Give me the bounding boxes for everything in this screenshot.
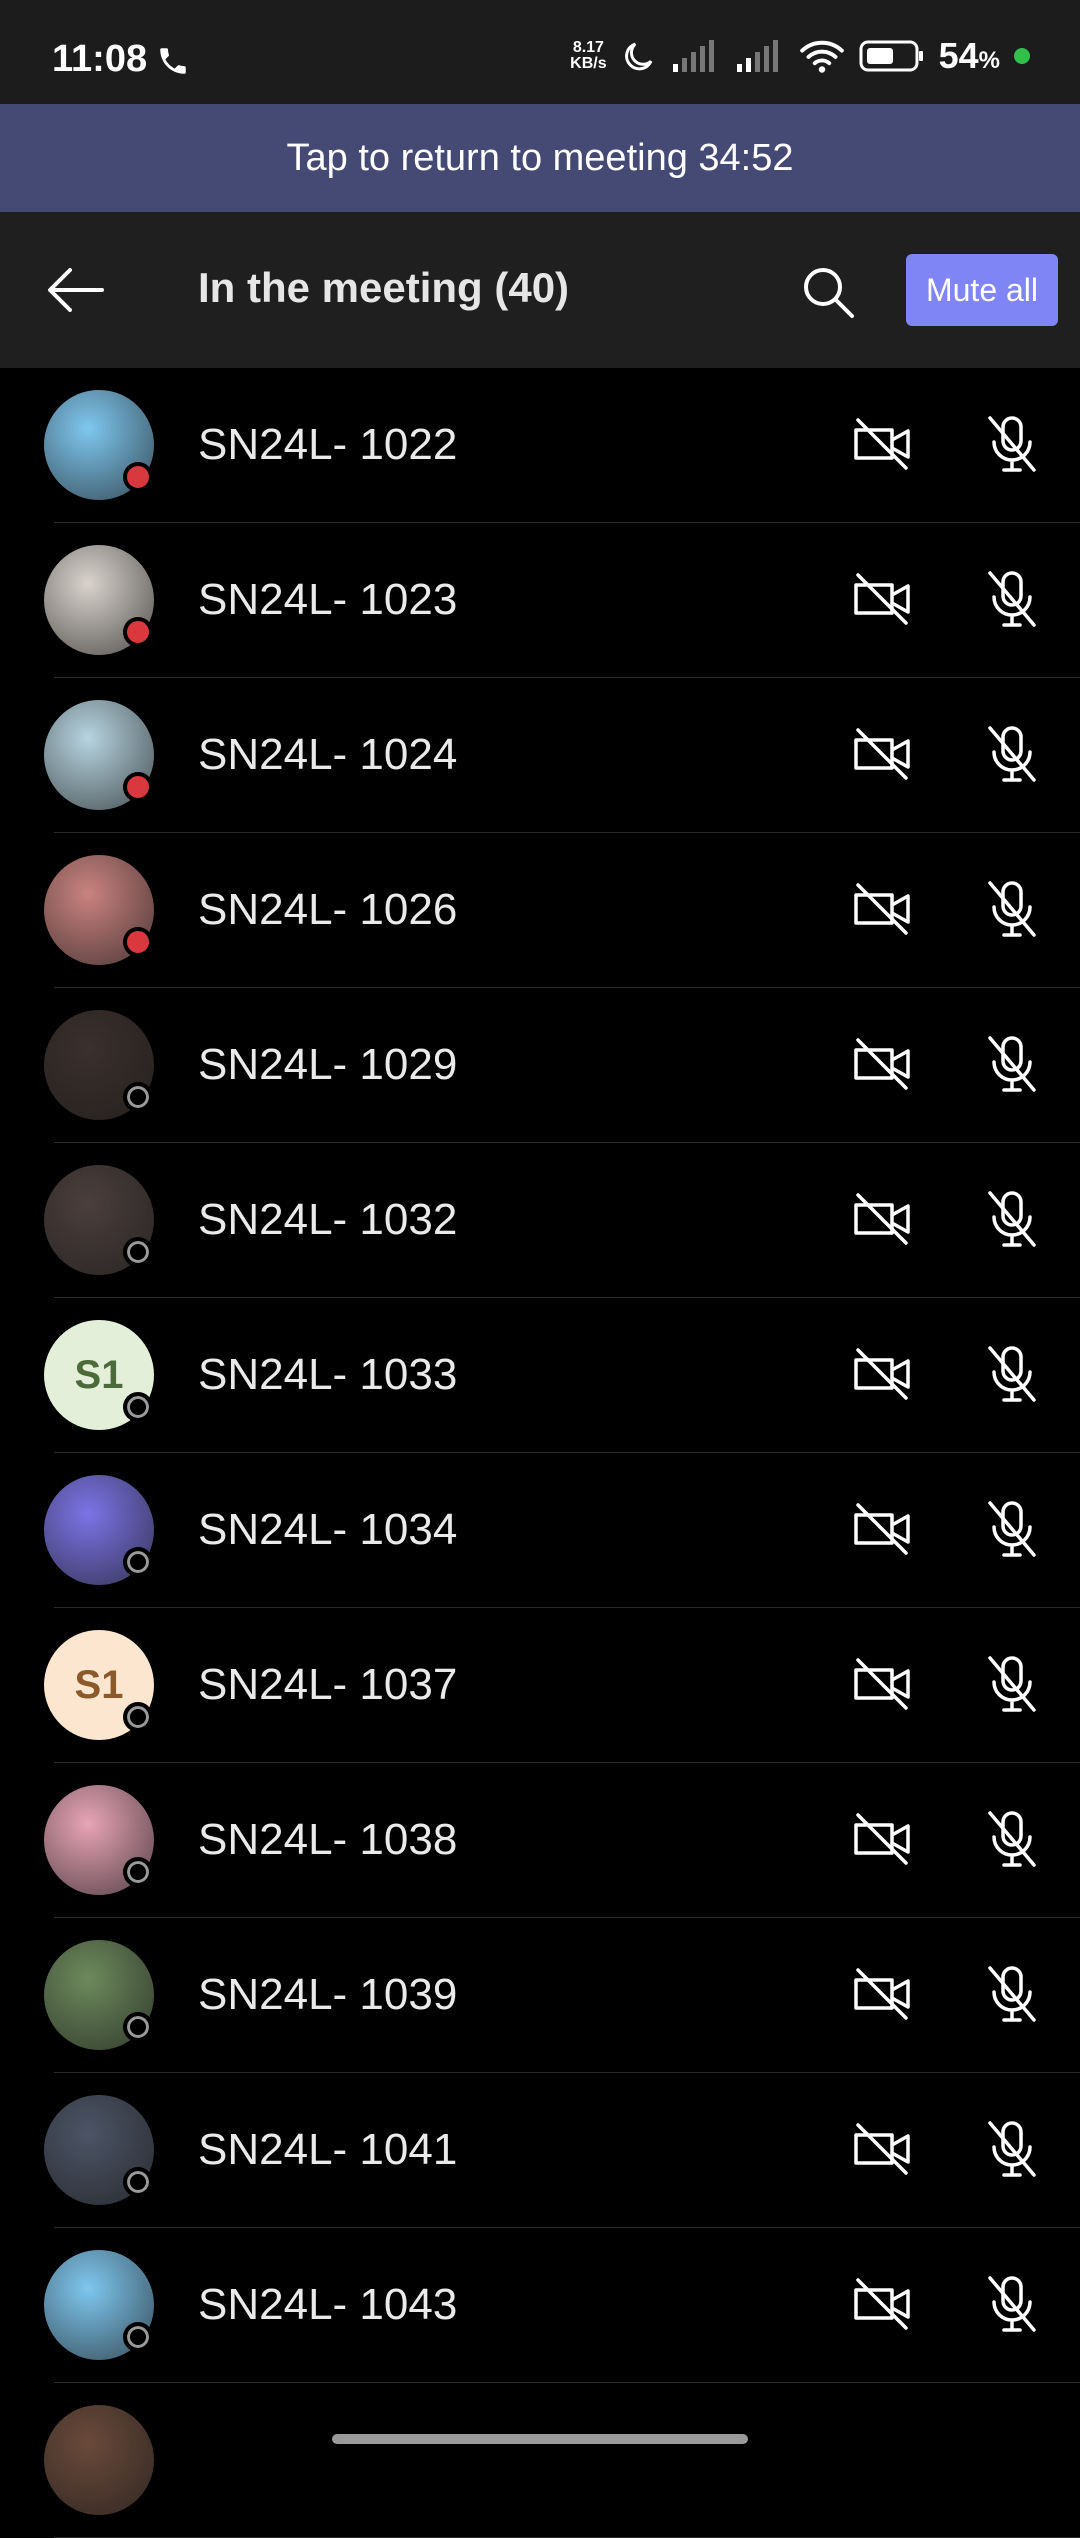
participant-name: SN24L- 1023 [198,575,458,624]
participant-name: SN24L- 1037 [198,1660,458,1709]
status-time: 11:08 [52,38,148,80]
return-to-meeting-banner[interactable]: Tap to return to meeting 34:52 [0,104,1080,212]
presence-status-badge [123,1392,153,1422]
participant-row[interactable]: SN24L- 1041 [44,2073,1080,2228]
participant-name: SN24L- 1024 [198,730,458,779]
presence-status-badge [123,1082,153,1112]
participant-row[interactable]: SN24L- 1026 [44,833,1080,988]
participant-row[interactable]: S1 SN24L- 1033 [44,1298,1080,1453]
participant-name: SN24L- 1043 [198,2280,458,2329]
participant-row[interactable]: SN24L- 1039 [44,1918,1080,2073]
participant-row[interactable]: SN24L- 1043 [44,2228,1080,2383]
mic-off-icon[interactable] [982,1032,1042,1096]
battery-icon [859,40,923,72]
wifi-icon [799,40,844,73]
signal-icon-2 [736,40,778,72]
avatar-initials: S1 [74,1662,124,1707]
participant-row[interactable]: SN24L- 1023 [44,523,1080,678]
participant-row[interactable]: S1 SN24L- 1037 [44,1608,1080,1763]
mic-off-icon[interactable] [982,2272,1042,2336]
phone-call-icon [160,48,186,74]
camera-off-icon[interactable] [850,1344,914,1404]
network-speed-value: 8.17 [572,39,604,56]
participant-name: SN24L- 1033 [198,1350,458,1399]
camera-off-icon[interactable] [850,1809,914,1869]
camera-off-icon[interactable] [850,879,914,939]
presence-status-badge [123,927,153,957]
presence-status-badge [123,1547,153,1577]
participant-row[interactable]: SN24L- 1032 [44,1143,1080,1298]
privacy-indicator-dot [1014,48,1030,64]
mute-all-button[interactable]: Mute all [906,254,1058,326]
mic-off-icon[interactable] [982,412,1042,476]
participant-row[interactable]: SN24L- 1029 [44,988,1080,1143]
camera-off-icon[interactable] [850,2119,914,2179]
camera-off-icon[interactable] [850,569,914,629]
mic-off-icon[interactable] [982,1962,1042,2026]
participant-name: SN24L- 1026 [198,885,458,934]
participant-name: SN24L- 1029 [198,1040,458,1089]
page-title: In the meeting (40) [198,264,570,311]
participants-header: In the meeting (40) Mute all [0,212,1080,368]
network-speed-unit: KB/s [570,55,607,72]
participant-name: SN24L- 1039 [198,1970,458,2019]
presence-status-badge [123,1237,153,1267]
camera-off-icon[interactable] [850,1654,914,1714]
participant-row[interactable]: SN24L- 1038 [44,1763,1080,1918]
camera-off-icon[interactable] [850,1189,914,1249]
home-indicator[interactable] [332,2434,748,2444]
camera-off-icon[interactable] [850,1034,914,1094]
mic-off-icon[interactable] [982,1342,1042,1406]
participant-list: SN24L- 1022 SN24L- 1023 SN24L- 1024 SN24L- … [0,368,1080,2538]
presence-status-badge [123,2322,153,2352]
mic-off-icon[interactable] [982,1497,1042,1561]
participant-name: SN24L- 1034 [198,1505,458,1554]
mic-off-icon[interactable] [982,567,1042,631]
status-bar: 11:08 8.17 KB/s 54% [0,0,1080,104]
mic-off-icon[interactable] [982,1807,1042,1871]
status-indicators: 8.17 KB/s 54% [570,34,1030,78]
camera-off-icon[interactable] [850,1964,914,2024]
presence-status-badge [123,2012,153,2042]
participant-row[interactable]: SN24L- 1022 [44,368,1080,523]
battery-unit: % [978,47,1000,74]
avatar [44,2405,154,2515]
participant-row[interactable] [44,2383,1080,2538]
battery-percentage: 54% [939,35,1000,77]
participant-row[interactable]: SN24L- 1024 [44,678,1080,833]
mic-off-icon[interactable] [982,2117,1042,2181]
presence-status-badge [123,617,153,647]
camera-off-icon[interactable] [850,724,914,784]
back-arrow-icon[interactable] [40,258,112,322]
presence-status-badge [123,1857,153,1887]
camera-off-icon[interactable] [850,1499,914,1559]
participant-name: SN24L- 1022 [198,420,458,469]
presence-status-badge [123,462,153,492]
participant-name: SN24L- 1032 [198,1195,458,1244]
moon-icon [624,42,652,71]
mic-off-icon[interactable] [982,1652,1042,1716]
mic-off-icon[interactable] [982,722,1042,786]
camera-off-icon[interactable] [850,414,914,474]
battery-value: 54 [938,35,979,76]
presence-status-badge [123,1702,153,1732]
participant-name: SN24L- 1041 [198,2125,458,2174]
mic-off-icon[interactable] [982,877,1042,941]
signal-icon [672,40,714,72]
participant-name: SN24L- 1038 [198,1815,458,1864]
avatar-initials: S1 [74,1352,124,1397]
search-icon[interactable] [796,260,860,324]
camera-off-icon[interactable] [850,2274,914,2334]
participant-row[interactable]: SN24L- 1034 [44,1453,1080,1608]
mic-off-icon[interactable] [982,1187,1042,1251]
presence-status-badge [123,772,153,802]
presence-status-badge [123,2167,153,2197]
network-speed: 8.17 KB/s [570,40,606,72]
